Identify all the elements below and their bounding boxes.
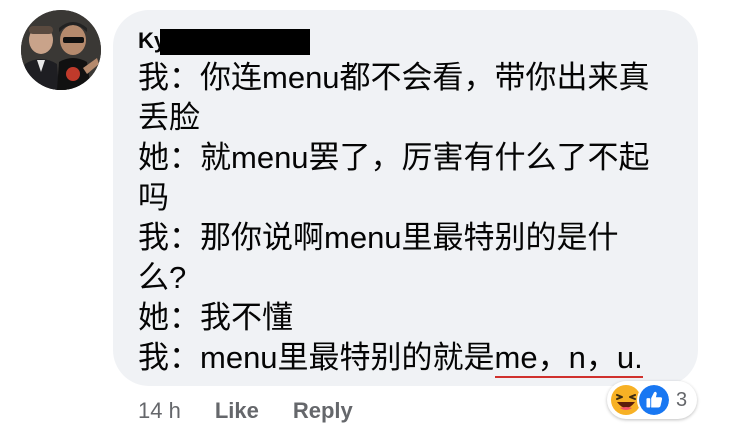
comment-line: 吗 [138, 180, 169, 215]
comment-line: 丢脸 [138, 100, 200, 135]
avatar-photo [21, 10, 101, 90]
thumbs-up-icon [637, 383, 671, 417]
reactions-summary[interactable]: 3 [607, 381, 698, 419]
comment-line-last: 我：menu里最特别的就是me，n，u. [138, 338, 688, 378]
last-line-prefix: 我：menu里最特别的就是 [138, 340, 495, 375]
reply-button[interactable]: Reply [293, 398, 353, 424]
comment-line: 她：我不懂 [138, 300, 293, 335]
author-avatar[interactable] [21, 10, 101, 90]
comment-actions: 14 h Like Reply [138, 396, 353, 426]
comment-author[interactable]: Ky [138, 26, 311, 56]
comment-line: 我：那你说啊menu里最特别的是什 [138, 220, 619, 255]
comment-line: 我：你连menu都不会看，带你出来真 [138, 60, 650, 95]
comment-line: 么? [138, 260, 187, 295]
reaction-count: 3 [676, 388, 688, 411]
comment-text: 我：你连menu都不会看，带你出来真 丢脸 她：就menu罢了，厉害有什么了不起… [138, 58, 688, 378]
timestamp[interactable]: 14 h [138, 398, 181, 424]
underlined-punchline: me，n，u. [494, 340, 643, 378]
like-button[interactable]: Like [215, 398, 259, 424]
redaction-bar [160, 29, 311, 55]
comment-line: 她：就menu罢了，厉害有什么了不起 [138, 140, 650, 175]
